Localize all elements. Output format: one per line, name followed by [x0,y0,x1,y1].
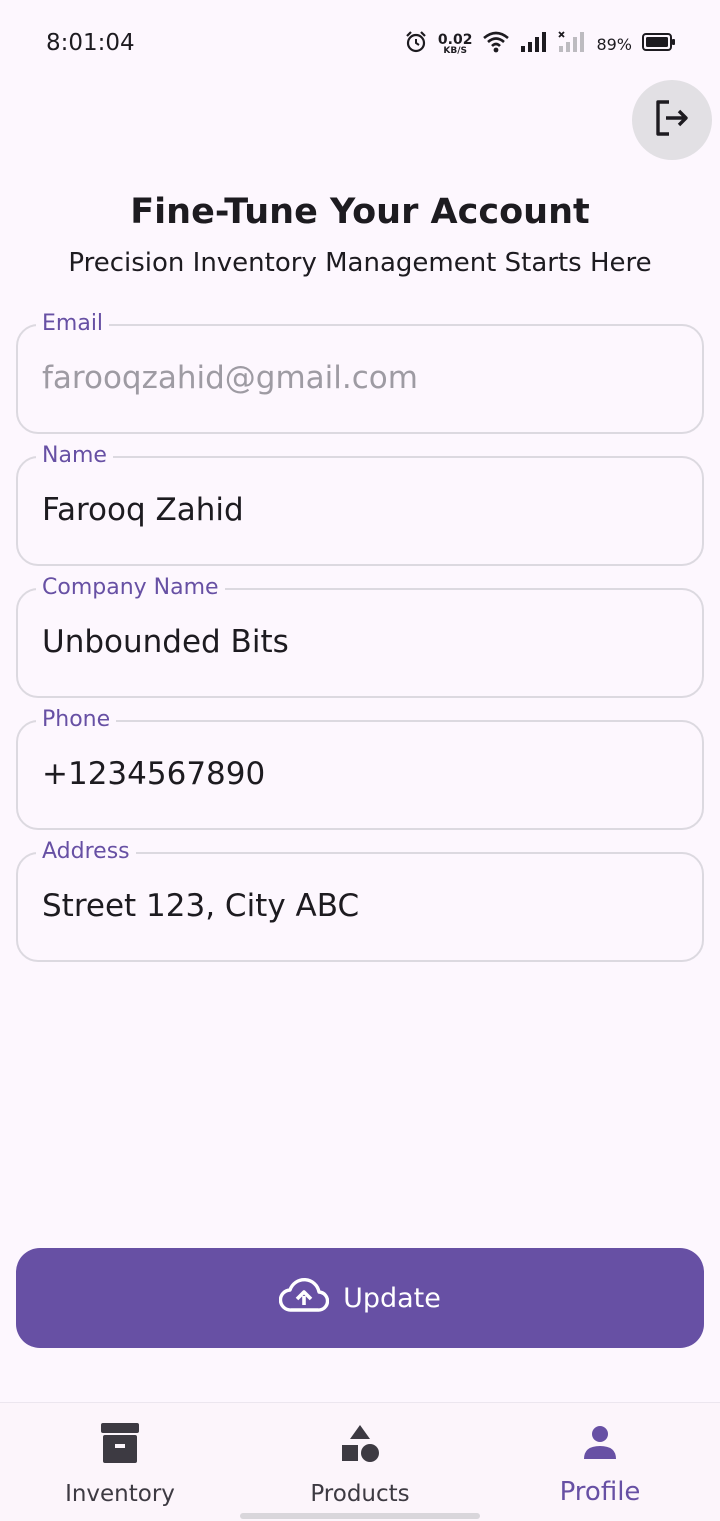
address-field[interactable]: Address Street 123, City ABC [16,838,704,962]
alarm-icon [404,30,428,58]
update-button[interactable]: Update [16,1248,704,1348]
page-subtitle: Precision Inventory Management Starts He… [68,248,652,278]
net-speed: 0.02 KB/S [438,33,473,56]
address-value[interactable]: Street 123, City ABC [42,888,359,924]
name-label: Name [36,442,113,470]
battery-icon [642,32,676,56]
person-icon [582,1421,618,1465]
phone-label: Phone [36,706,117,734]
company-name-label: Company Name [36,574,225,602]
archive-box-icon [100,1421,140,1465]
bottom-navigation: Inventory Products Profile [0,1402,720,1521]
battery-percent: 89% [596,34,632,54]
status-bar: 8:01:04 0.02 KB/S 89% [0,0,720,88]
phone-field[interactable]: Phone +1234567890 [16,706,704,830]
nav-item-profile[interactable]: Profile [480,1403,720,1521]
signal-icon [520,31,548,57]
company-name-value[interactable]: Unbounded Bits [42,624,289,660]
home-indicator [240,1513,480,1519]
nav-label-products: Products [310,1481,410,1507]
net-speed-unit: KB/S [443,45,467,56]
email-value: farooqzahid@gmail.com [42,360,418,396]
nav-label-inventory: Inventory [65,1481,175,1507]
name-field[interactable]: Name Farooq Zahid [16,442,704,566]
status-icons: 0.02 KB/S 89% [404,30,676,58]
shapes-icon [340,1421,380,1465]
phone-value[interactable]: +1234567890 [42,756,265,792]
logout-button[interactable] [632,80,712,160]
logout-icon [652,98,692,142]
address-label: Address [36,838,136,866]
update-label: Update [343,1282,441,1314]
email-label: Email [36,310,110,338]
net-speed-value: 0.02 [437,31,473,48]
email-field[interactable]: Email farooqzahid@gmail.com [16,310,704,434]
page-title: Fine-Tune Your Account [130,192,590,232]
status-time: 8:01:04 [46,30,135,56]
nav-item-inventory[interactable]: Inventory [0,1403,240,1521]
company-name-field[interactable]: Company Name Unbounded Bits [16,574,704,698]
signal-no-sim-icon [558,31,586,57]
wifi-icon [482,30,510,58]
cloud-upload-icon [278,1277,330,1320]
nav-item-products[interactable]: Products [240,1403,480,1521]
nav-label-profile: Profile [559,1477,641,1507]
name-value[interactable]: Farooq Zahid [42,492,244,528]
